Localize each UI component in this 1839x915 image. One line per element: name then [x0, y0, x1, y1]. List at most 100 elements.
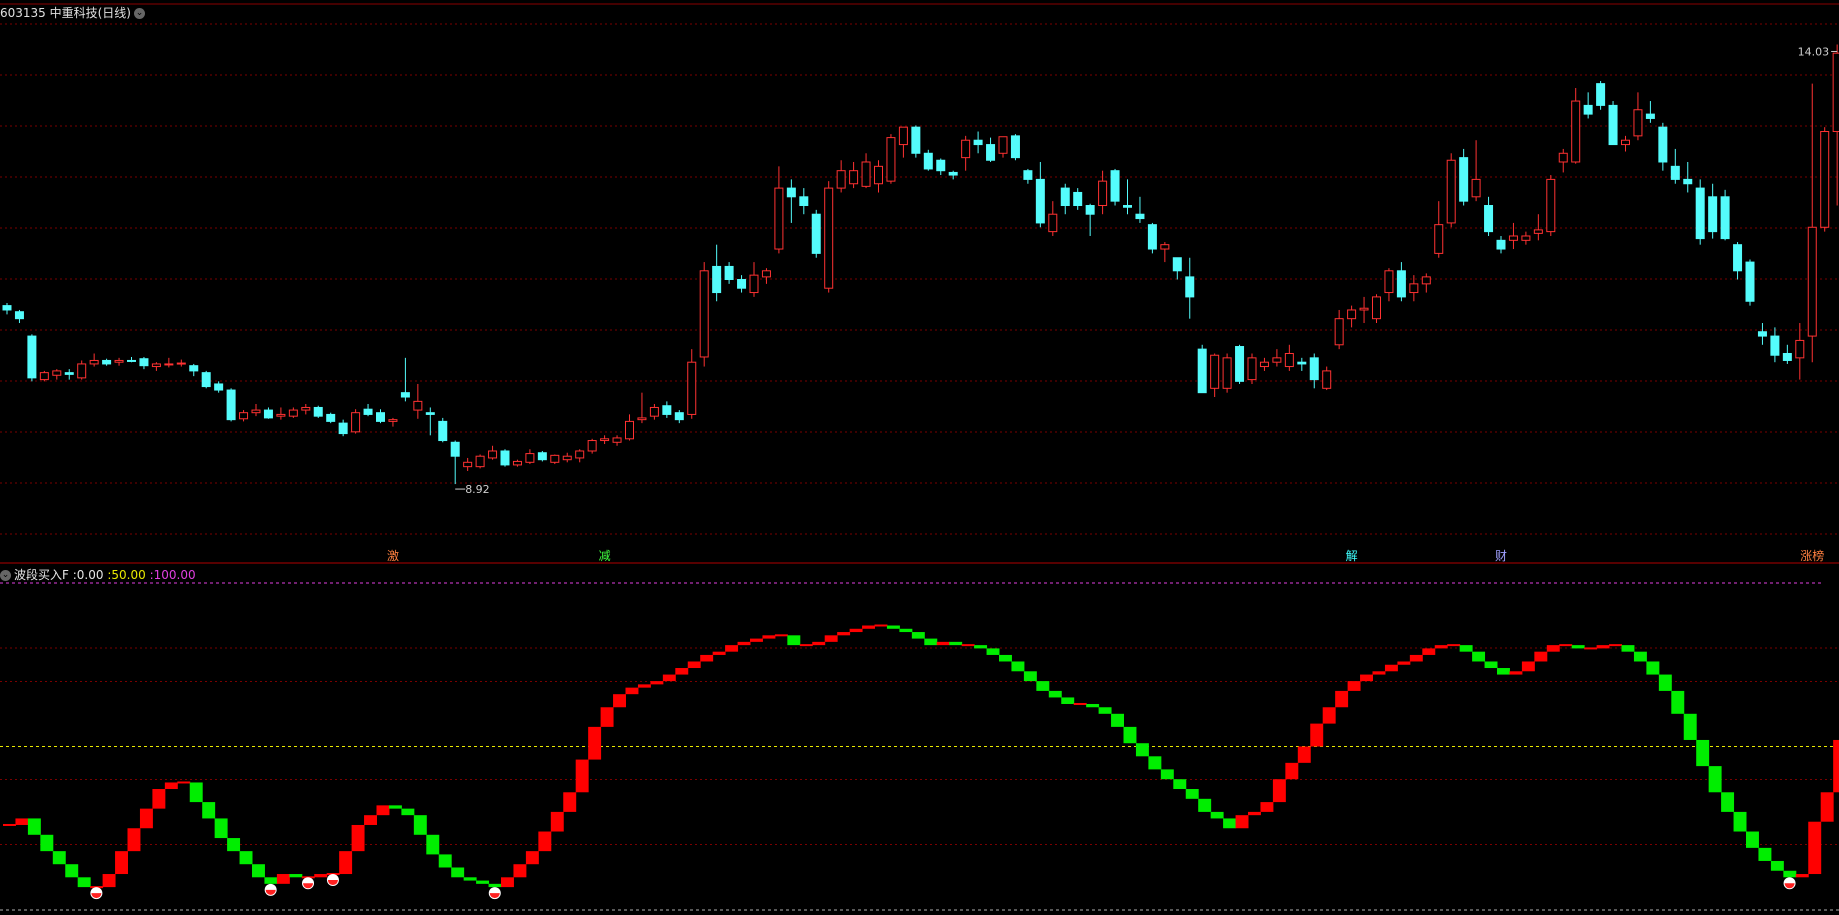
event-label: 财	[1495, 549, 1507, 563]
indicator-bar	[164, 782, 178, 790]
candle-body	[2, 305, 12, 311]
chevron-down-icon[interactable]: ⌄	[0, 570, 11, 581]
candle-body	[898, 126, 908, 146]
indicator-bar	[1596, 645, 1610, 649]
candle-body	[1621, 139, 1630, 146]
indicator-bar	[177, 781, 191, 784]
candle-body	[886, 137, 896, 182]
indicator-bar	[961, 644, 975, 647]
indicator-bar	[202, 802, 216, 819]
candle-body	[674, 412, 684, 421]
indicator-bar	[488, 883, 502, 888]
indicator-bar	[1322, 707, 1336, 724]
indicator-bar	[401, 808, 415, 816]
candle-body	[1571, 100, 1581, 163]
indicator-bar	[3, 823, 16, 826]
event-label: 激	[387, 549, 399, 563]
candle-body	[1110, 170, 1120, 202]
candle-body	[861, 161, 871, 187]
candle-body	[749, 274, 759, 294]
indicator-bar	[737, 641, 751, 646]
indicator-bar	[1758, 847, 1772, 861]
candle-body	[1372, 296, 1381, 320]
indicator-bar	[650, 681, 664, 685]
indicator-bar	[1534, 651, 1548, 662]
indicator-bar	[999, 654, 1012, 662]
indicator-bar	[1721, 792, 1735, 812]
event-labels: 激 减 解 财 涨榜	[387, 548, 1824, 563]
indicator-bar	[152, 789, 166, 809]
stock-title: 603135 中重科技(日线)	[0, 6, 131, 20]
indicator-bar	[451, 867, 465, 878]
indicator-bar	[824, 635, 838, 642]
candle-body	[1471, 178, 1481, 198]
candle-body	[923, 152, 933, 170]
candle-body	[1135, 213, 1145, 220]
indicator-bar	[1023, 671, 1037, 682]
candle-body	[786, 187, 796, 198]
candle-body	[1060, 187, 1070, 207]
indicator-bar	[239, 851, 253, 865]
candle-body	[1048, 213, 1058, 233]
indicator-bar	[662, 674, 676, 682]
indicator-bar	[1820, 792, 1834, 822]
candle-body	[1795, 339, 1805, 359]
candle-body	[326, 413, 336, 422]
indicator-bar	[1011, 661, 1025, 672]
indicator-bar	[799, 644, 813, 647]
indicator-bar	[613, 694, 626, 708]
chevron-down-icon[interactable]: ⌄	[134, 8, 145, 19]
indicator-bar	[936, 641, 950, 646]
indicator-bar	[625, 687, 639, 695]
candle-body	[625, 420, 634, 440]
candle-body	[1073, 191, 1083, 207]
candle-body	[164, 363, 174, 366]
indicator-bar	[264, 877, 278, 884]
indicator-bar	[1683, 713, 1697, 740]
candle-body	[998, 136, 1008, 154]
candle-body	[799, 196, 809, 207]
indicator-bar	[115, 851, 128, 875]
candle-body	[1222, 357, 1232, 389]
candle-body	[1297, 361, 1307, 365]
indicator-bar	[513, 864, 527, 878]
candle-body	[612, 437, 622, 443]
candle-body	[450, 441, 460, 457]
indicator-bar	[339, 851, 353, 875]
indicator-bar	[227, 838, 241, 852]
candle-body	[1521, 235, 1531, 241]
indicator-bar	[637, 684, 651, 688]
candle-body	[1247, 357, 1257, 381]
indicator-bar	[974, 645, 988, 649]
indicator-bar	[1272, 779, 1286, 803]
indicator-bar	[1571, 645, 1585, 649]
candle-body	[400, 392, 410, 398]
candle-body	[699, 270, 709, 358]
indicator-bar	[550, 811, 564, 832]
candle-body	[512, 460, 522, 466]
candle-body	[849, 170, 859, 185]
indicator-bar	[463, 877, 477, 881]
indicator-bar	[27, 818, 41, 835]
indicator-bar	[1111, 713, 1124, 727]
candle-body	[724, 265, 734, 281]
candle-body	[637, 417, 647, 421]
candle-body	[550, 454, 560, 463]
indicator-bar	[252, 864, 265, 878]
indicator-bar	[15, 818, 29, 825]
candle-body	[1745, 261, 1755, 302]
chart-header: 603135 中重科技(日线) ⌄	[0, 4, 145, 21]
candle-body	[500, 450, 510, 466]
candle-body	[737, 279, 747, 289]
indicator-bar	[538, 831, 552, 852]
candle-body	[425, 412, 435, 415]
indicator-value-0: :0.00	[72, 568, 104, 582]
candle-body	[1172, 257, 1182, 272]
candle-body	[1434, 224, 1444, 254]
indicator-bar	[1696, 739, 1710, 767]
candle-body	[201, 372, 211, 388]
candle-body	[649, 406, 659, 417]
indicator-bar	[1148, 756, 1162, 770]
candle-body	[1347, 309, 1357, 320]
candle-body	[1832, 52, 1839, 133]
